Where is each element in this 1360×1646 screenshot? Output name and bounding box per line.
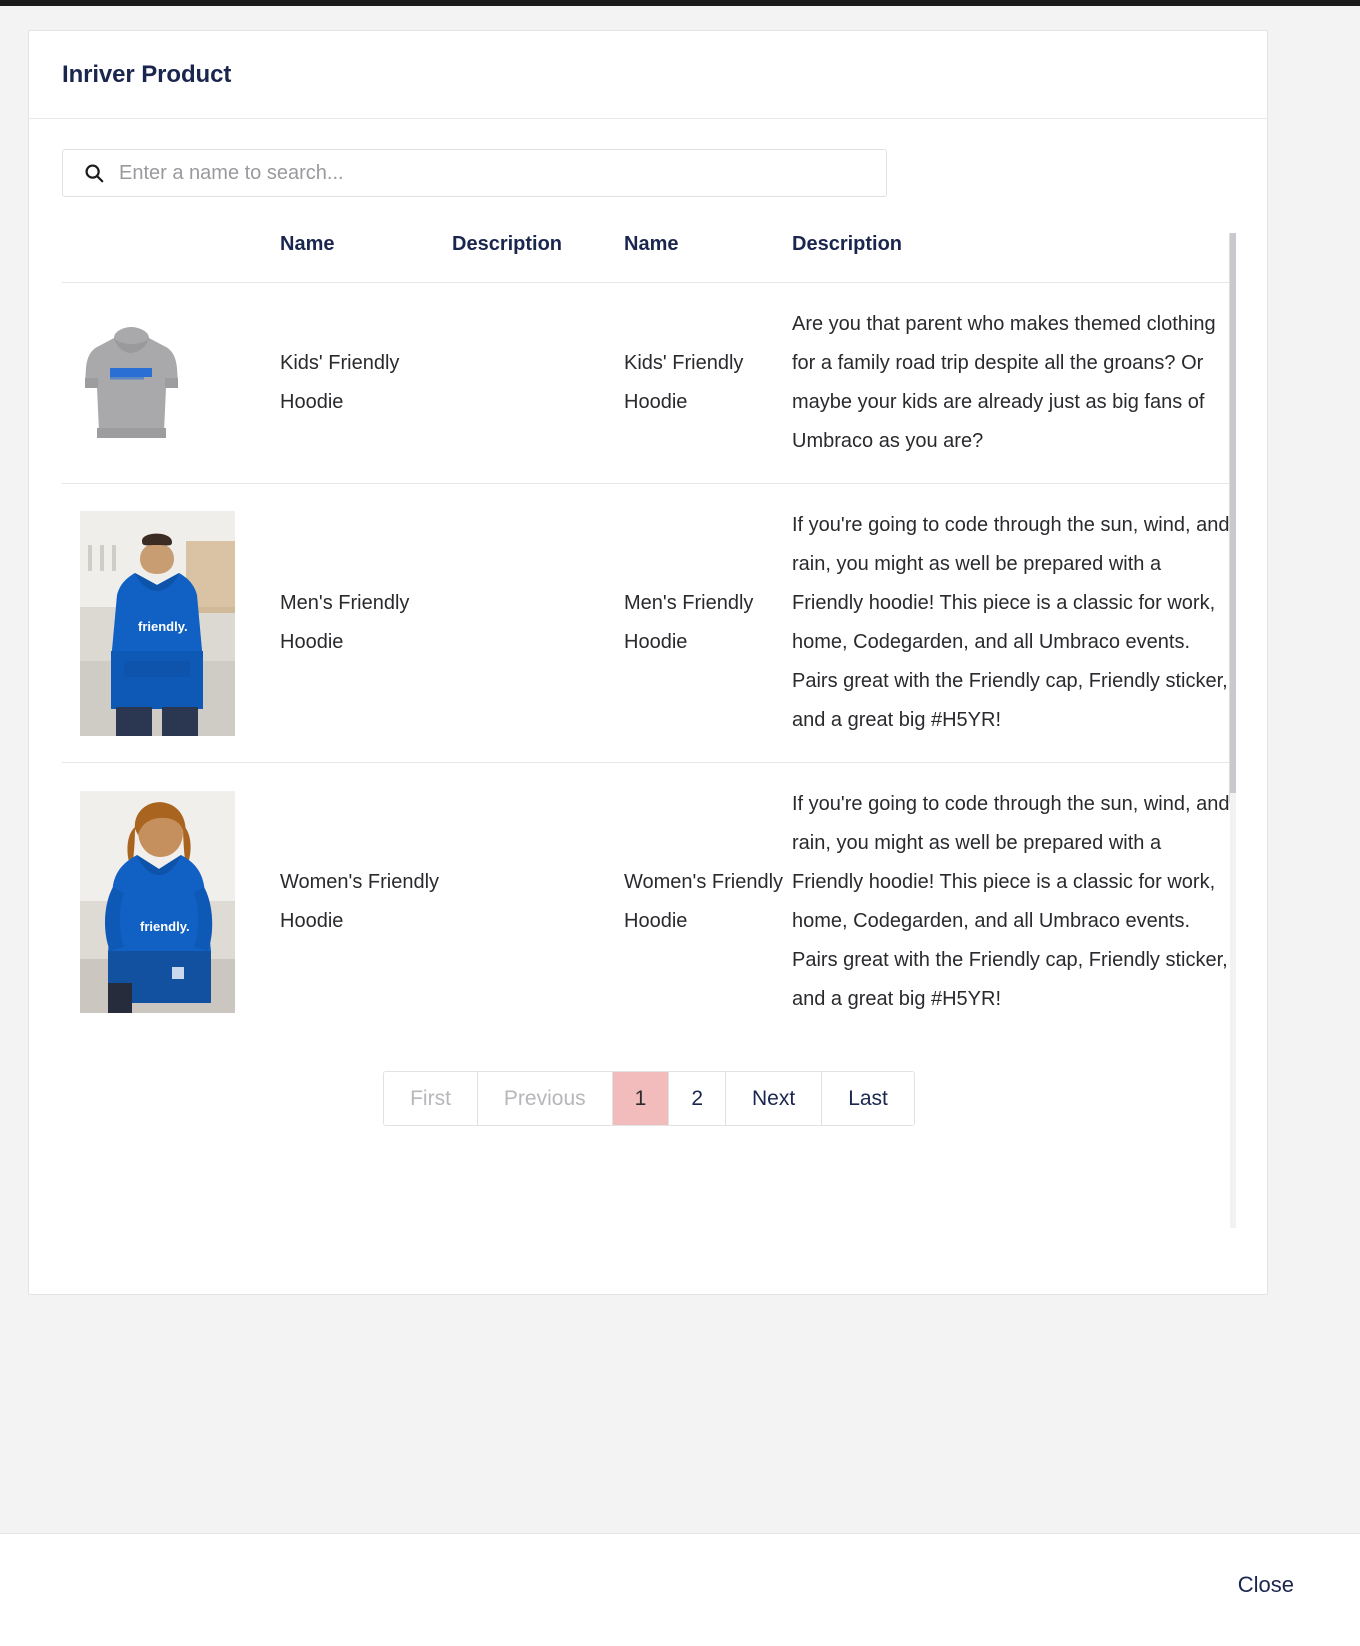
page-title: Inriver Product (62, 60, 232, 88)
product-name-1: Men's Friendly Hoodie (280, 483, 452, 763)
table-header-row: Name Description Name Description (62, 233, 1230, 283)
product-table-region: Name Description Name Description Kids' … (62, 233, 1236, 1228)
pagination-next-button[interactable]: Next (726, 1072, 823, 1125)
kids-grey-hoodie-image (80, 322, 183, 444)
table-row[interactable]: friendly. Men's Friendly Hoodie Men's Fr… (62, 483, 1230, 763)
product-description-2: If you're going to code through the sun,… (792, 793, 1230, 1010)
pagination-page-1-button[interactable]: 1 (612, 1072, 670, 1125)
top-edge-strip (0, 0, 1360, 6)
search-box[interactable] (62, 149, 887, 197)
column-header-name-2[interactable]: Name (624, 233, 792, 283)
product-thumbnail-cell: friendly. (62, 763, 280, 1042)
table-body: Kids' Friendly Hoodie Kids' Friendly Hoo… (62, 282, 1230, 1042)
womens-blue-hoodie-image: friendly. (80, 791, 235, 1013)
product-name-2: Men's Friendly Hoodie (624, 483, 792, 763)
product-table: Name Description Name Description Kids' … (62, 233, 1230, 1041)
product-description-1 (452, 763, 624, 1042)
pagination-first-button[interactable]: First (384, 1072, 478, 1125)
vertical-scrollbar-track[interactable] (1230, 233, 1236, 1228)
search-input[interactable] (119, 161, 859, 185)
pagination-previous-button[interactable]: Previous (477, 1072, 613, 1125)
product-description-1 (452, 282, 624, 484)
product-thumbnail-cell: friendly. (62, 483, 280, 763)
dialog-footer: Close (0, 1533, 1360, 1646)
product-name-1: Women's Friendly Hoodie (280, 871, 440, 932)
pagination-container: First Previous 1 2 Next Last (62, 1071, 1236, 1160)
column-header-description-1[interactable]: Description (452, 233, 624, 283)
dialog-header: Inriver Product (29, 31, 1267, 119)
pagination: First Previous 1 2 Next Last (383, 1071, 915, 1126)
product-name-2: Women's Friendly Hoodie (624, 871, 784, 932)
product-name-2: Kids' Friendly Hoodie (624, 282, 792, 484)
inriver-product-dialog: Inriver Product Enter a name to search..… (28, 30, 1268, 1295)
table-row[interactable]: Kids' Friendly Hoodie Kids' Friendly Hoo… (62, 282, 1230, 484)
product-name-1: Kids' Friendly Hoodie (280, 282, 452, 484)
close-button[interactable]: Close (1234, 1566, 1298, 1604)
svg-text:friendly.: friendly. (140, 919, 190, 934)
column-header-description-2[interactable]: Description (792, 233, 1230, 283)
column-header-thumbnail (62, 233, 280, 283)
pagination-last-button[interactable]: Last (822, 1072, 914, 1125)
dialog-body: Name Description Name Description (29, 119, 1267, 1228)
product-description-1 (452, 483, 624, 763)
table-row[interactable]: friendly. Women's Friendly Hoodie Women'… (62, 763, 1230, 1042)
product-thumbnail-cell (62, 282, 280, 484)
mens-blue-hoodie-image: friendly. (80, 510, 235, 736)
svg-text:friendly.: friendly. (138, 619, 188, 634)
table-header: Name Description Name Description (62, 233, 1230, 283)
product-description-2: Are you that parent who makes themed clo… (792, 282, 1230, 484)
pagination-page-2-button[interactable]: 2 (669, 1072, 726, 1125)
product-description-2: If you're going to code through the sun,… (792, 483, 1230, 763)
column-header-name-1[interactable]: Name (280, 233, 452, 283)
search-icon (85, 164, 104, 183)
vertical-scrollbar-thumb[interactable] (1230, 233, 1236, 793)
